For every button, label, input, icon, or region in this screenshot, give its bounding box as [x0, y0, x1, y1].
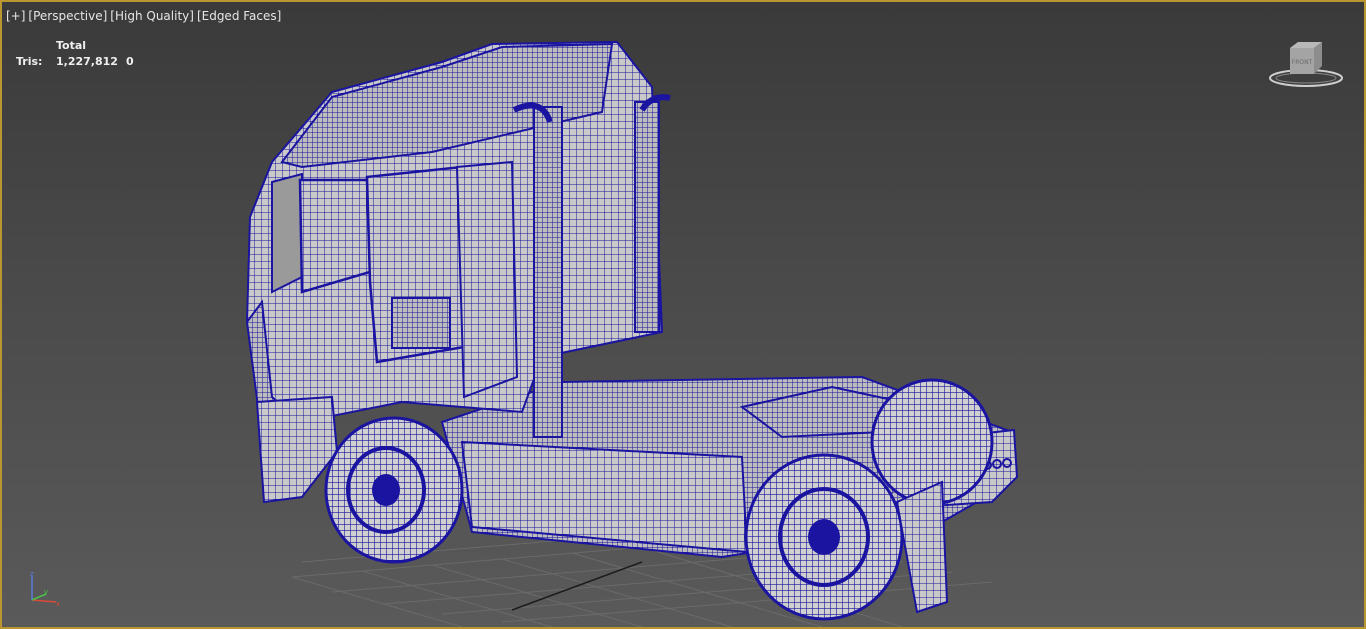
viewcube-icon[interactable]: FRONT: [1268, 40, 1348, 90]
viewport-menu-general[interactable]: [+]: [6, 9, 25, 23]
front-wheel: [324, 416, 464, 564]
stats-tris-selected: 0: [126, 55, 134, 68]
viewport-menu-display[interactable]: [Edged Faces]: [197, 9, 281, 23]
viewport-label-menu[interactable]: [+] [Perspective] [High Quality] [Edged …: [6, 9, 281, 23]
truck-wireframe-model[interactable]: [2, 2, 1366, 629]
rear-wheel: [744, 453, 904, 621]
svg-text:x: x: [56, 600, 60, 608]
mud-flap: [895, 480, 949, 614]
stats-tris-label: Tris:: [16, 55, 43, 68]
svg-text:z: z: [30, 570, 34, 578]
door-panel: [391, 297, 451, 349]
stats-tris-total: 1,227,812: [56, 55, 118, 68]
perspective-viewport[interactable]: [+] [Perspective] [High Quality] [Edged …: [0, 0, 1366, 629]
stats-header: Total: [56, 39, 87, 52]
stats-tris-row: Tris: 1,227,812 0: [16, 55, 134, 68]
viewport-menu-shading[interactable]: [High Quality]: [110, 9, 194, 23]
viewcube-face-label: FRONT: [1292, 59, 1313, 66]
windshield: [271, 172, 303, 294]
cab-rear: [455, 160, 519, 399]
exhaust-pipe-front: [533, 106, 563, 438]
axis-tripod-icon: z x y: [30, 570, 60, 608]
viewport-menu-point-of-view[interactable]: [Perspective]: [28, 9, 107, 23]
svg-text:y: y: [44, 588, 48, 596]
exhaust-pipe-rear: [634, 101, 660, 333]
side-window: [298, 178, 372, 294]
